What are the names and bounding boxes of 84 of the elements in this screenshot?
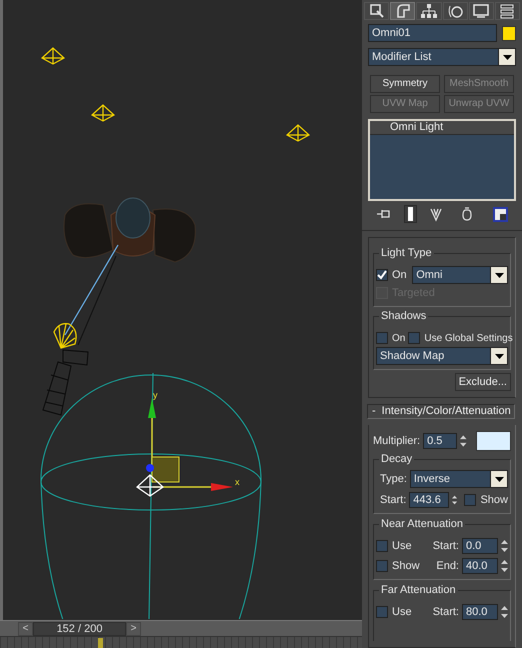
modifier-list-dropdown[interactable]: Modifier List bbox=[368, 48, 516, 66]
checkbox[interactable] bbox=[376, 560, 388, 572]
stack-tool-button[interactable] bbox=[404, 205, 417, 224]
checkbox[interactable] bbox=[376, 540, 388, 552]
next-frame-button[interactable]: > bbox=[126, 622, 141, 636]
field-label: End: bbox=[436, 558, 459, 574]
command-tab[interactable] bbox=[390, 2, 416, 20]
rollout-header[interactable]: - Intensity/Color/Attenuation bbox=[367, 404, 515, 419]
spinner-arrows-icon[interactable] bbox=[501, 559, 508, 573]
spotlight-drawing bbox=[53, 323, 77, 349]
modify-icon bbox=[394, 3, 411, 19]
checkbox-label: Use bbox=[392, 604, 412, 620]
show-end-result-icon bbox=[408, 207, 413, 222]
key-marker bbox=[98, 638, 103, 648]
track-bar[interactable] bbox=[0, 636, 362, 648]
light-type-dropdown[interactable]: Omni bbox=[412, 266, 508, 284]
checkbox-label: On bbox=[392, 332, 406, 346]
dropdown-arrow-button[interactable] bbox=[498, 49, 515, 65]
previous-frame-button[interactable]: < bbox=[18, 622, 33, 636]
checkbox-label: Use Global Settings bbox=[424, 332, 513, 346]
modifier-button[interactable]: Symmetry bbox=[370, 75, 440, 93]
spinner-arrows-icon[interactable] bbox=[501, 605, 508, 619]
monitor-icon bbox=[473, 3, 490, 19]
light-icon bbox=[40, 47, 65, 65]
spinner-arrows-icon[interactable] bbox=[460, 434, 467, 448]
spinner-arrows-icon[interactable] bbox=[501, 539, 508, 553]
pivot-dot bbox=[146, 464, 154, 472]
attenuation-field[interactable]: 40.0 bbox=[462, 558, 498, 574]
checkbox-label: Show bbox=[480, 492, 508, 508]
create-icon bbox=[368, 3, 385, 19]
command-tab[interactable] bbox=[494, 2, 520, 20]
group-title: Light Type bbox=[379, 246, 434, 260]
checkbox-label: Use bbox=[392, 538, 412, 554]
light-icon bbox=[286, 124, 310, 142]
exclude-button[interactable]: Exclude... bbox=[454, 373, 511, 391]
light-icon bbox=[90, 104, 115, 122]
command-tab[interactable] bbox=[468, 2, 494, 20]
checkbox[interactable] bbox=[376, 606, 388, 618]
dropdown-arrow-icon bbox=[494, 272, 504, 278]
checkbox[interactable] bbox=[376, 269, 388, 281]
dropdown-arrow-icon bbox=[494, 354, 504, 358]
configure-icon bbox=[493, 206, 508, 222]
field-label: Type: bbox=[380, 472, 407, 487]
axis-label: y bbox=[153, 390, 158, 400]
spinner-arrows-icon[interactable] bbox=[452, 493, 458, 507]
axis-label: x bbox=[235, 477, 240, 487]
checkbox-label: Show bbox=[392, 558, 420, 574]
make-unique-icon bbox=[430, 206, 444, 222]
checkbox-label: On bbox=[392, 268, 407, 283]
decay-start-field[interactable]: 443.6 bbox=[409, 492, 450, 508]
checkbox[interactable] bbox=[376, 332, 388, 344]
shadow-type-dropdown[interactable]: Shadow Map bbox=[376, 347, 508, 365]
field-label: Start: bbox=[380, 492, 406, 508]
multiplier-field[interactable]: 0.5 bbox=[423, 433, 458, 449]
checkbox[interactable] bbox=[408, 332, 420, 344]
light-color-swatch[interactable] bbox=[476, 431, 511, 451]
utilities-icon bbox=[499, 3, 516, 19]
camera-drawing bbox=[42, 350, 89, 416]
dropdown-arrow-button[interactable] bbox=[490, 348, 507, 364]
checkbox[interactable] bbox=[464, 494, 476, 506]
frame-counter: 152 / 200 bbox=[33, 622, 126, 636]
command-tab[interactable] bbox=[364, 2, 390, 20]
decay-type-dropdown[interactable]: Inverse bbox=[410, 470, 508, 488]
group-title: Decay bbox=[379, 452, 414, 466]
command-tab[interactable] bbox=[442, 2, 468, 20]
attenuation-field[interactable]: 80.0 bbox=[462, 604, 498, 620]
dropdown-arrow-icon bbox=[502, 54, 512, 60]
object-name-field[interactable]: Omni01 bbox=[368, 24, 497, 42]
dropdown-arrow-icon bbox=[494, 476, 504, 482]
light-icon bbox=[136, 474, 164, 497]
attenuation-field[interactable]: 0.0 bbox=[462, 538, 498, 554]
field-label: Multiplier: bbox=[373, 434, 420, 449]
motion-icon bbox=[447, 3, 464, 19]
command-tab[interactable] bbox=[416, 2, 442, 20]
field-label: Start: bbox=[432, 604, 459, 620]
stack-item[interactable]: Omni Light bbox=[370, 121, 514, 135]
hierarchy-icon bbox=[420, 3, 437, 19]
field-label: Start: bbox=[432, 538, 459, 554]
object-color-swatch[interactable] bbox=[502, 26, 516, 40]
plane-handle bbox=[152, 456, 180, 482]
check-icon bbox=[377, 270, 387, 280]
modifier-stack-list[interactable]: Omni Light bbox=[368, 119, 516, 201]
dropdown-arrow-button[interactable] bbox=[490, 471, 507, 487]
dropdown-arrow-button[interactable] bbox=[490, 267, 507, 283]
